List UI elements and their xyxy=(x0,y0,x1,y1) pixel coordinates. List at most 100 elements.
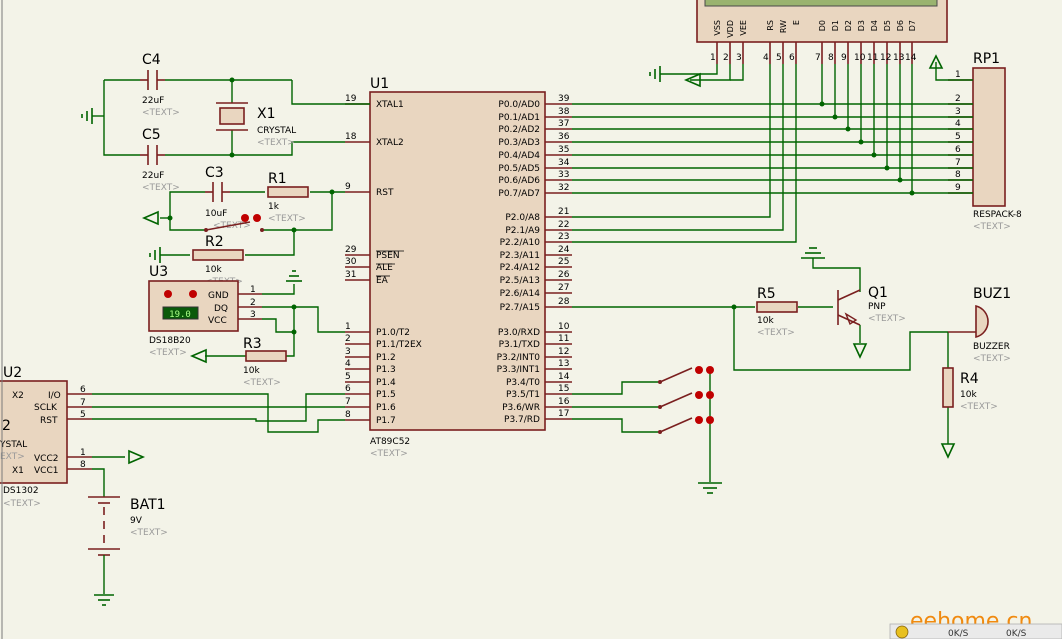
u1-right-pin-name: P2.4/A12 xyxy=(500,263,540,273)
lcd-pin-number: 9 xyxy=(841,53,847,63)
c4-value: 22uF xyxy=(142,96,164,106)
u1-left-pin-number: 6 xyxy=(345,384,351,394)
u2-ref: U2 xyxy=(3,365,22,381)
u1-left-pin-number: 8 xyxy=(345,410,351,420)
c3-ref: C3 xyxy=(205,165,224,181)
c4-capacitor[interactable]: C4 22uF <TEXT> xyxy=(140,52,180,118)
u1-left-pin-name: P1.4 xyxy=(376,378,396,388)
u1-left-pin-name: P1.1/T2EX xyxy=(376,340,422,350)
u1-right-pin-name: P0.7/AD7 xyxy=(498,189,540,199)
u1-right-pin-number: 32 xyxy=(558,183,569,193)
u1-right-pin-name: P0.5/AD5 xyxy=(498,164,540,174)
buz1-value: BUZZER xyxy=(973,342,1010,352)
buz1-buzzer[interactable]: BUZ1 BUZZER <TEXT> xyxy=(948,286,1011,364)
r2-ref: R2 xyxy=(205,234,224,250)
lcd-pin-label: VSS xyxy=(713,20,722,36)
lcd-pin-label: E xyxy=(792,20,801,25)
lcd-pin-label: D0 xyxy=(818,20,827,31)
lcd-pin-label: VEE xyxy=(739,20,748,36)
svg-text:DQ: DQ xyxy=(214,304,228,314)
lcd-module[interactable]: VSS 1 VDD 2 VEE 3 RS 4 RW 5 E 6 D0 7 D1 8 D2 9 D3 10 D4 11 D5 1… xyxy=(696,0,948,64)
u1-right-pin-name: P0.2/AD2 xyxy=(498,125,540,135)
u1-right-pin-number: 38 xyxy=(558,107,570,117)
lcd-pin-label: VDD xyxy=(726,20,735,38)
r4-ref: R4 xyxy=(960,371,979,387)
rp1-pin-number: 7 xyxy=(955,158,961,168)
u1-right-pin-name: P3.1/TXD xyxy=(499,340,540,350)
r1-ref: R1 xyxy=(268,171,287,187)
c4-ref: C4 xyxy=(142,52,161,68)
svg-text:VCC2: VCC2 xyxy=(34,454,58,464)
lcd-pin-label: D4 xyxy=(870,20,879,31)
rp1-pin-number: 4 xyxy=(955,119,961,129)
q1-value: PNP xyxy=(868,302,886,312)
u1-right-pin-number: 28 xyxy=(558,297,570,307)
u1-right-pin-number: 27 xyxy=(558,283,569,293)
bat1-battery[interactable]: BAT1 9V <TEXT> xyxy=(88,496,168,594)
reset-circuit-wires xyxy=(160,189,345,256)
u2-ds1302[interactable]: U2 X2 2 YSTAL EXT> X1 I/O SCLK RST VCC2 … xyxy=(0,365,86,509)
q1-transistor[interactable]: Q1 PNP <TEXT> xyxy=(837,285,906,326)
lcd-ground-symbol xyxy=(649,66,661,82)
u1-right-pin-number: 34 xyxy=(558,158,570,168)
tray-app-icon[interactable] xyxy=(895,625,909,639)
u1-right-pin-name: P0.4/AD4 xyxy=(498,151,540,161)
u1-right-pin-number: 37 xyxy=(558,119,569,129)
u1-left-pin-number: 1 xyxy=(345,322,351,332)
r1-resistor[interactable]: R1 1k <TEXT> xyxy=(267,171,309,224)
u1-right-pin-name: P3.2/INT0 xyxy=(497,353,541,363)
svg-text:X1: X1 xyxy=(12,466,24,476)
r3-ground-arrow xyxy=(189,348,207,364)
u1-left-pin-name: XTAL1 xyxy=(376,100,404,110)
r4-text: <TEXT> xyxy=(960,402,998,412)
x1-crystal[interactable]: X1 CRYSTAL <TEXT> xyxy=(216,102,296,148)
u1-left-pin-name: ALE xyxy=(376,263,393,273)
schematic-canvas: VSS1VDD2VEE3RS4RW5E6D07D18D29D310D411D51… xyxy=(0,0,1062,639)
svg-text:RST: RST xyxy=(40,416,58,426)
u1-left-pin-name: P1.6 xyxy=(376,403,396,413)
r4-resistor[interactable]: R4 10k <TEXT> xyxy=(942,367,998,412)
r2-ground-symbol xyxy=(149,247,161,263)
u1-right-pin-number: 17 xyxy=(558,409,569,419)
u1-left-pin-number: 19 xyxy=(345,94,357,104)
u3-reading: 19.0 xyxy=(169,310,191,320)
u1-right-pin-name: P3.7/RD xyxy=(504,415,540,425)
r5-resistor[interactable]: R5 10k <TEXT> xyxy=(756,286,798,338)
lcd-pin-label: D5 xyxy=(883,20,892,31)
u1-right-pin-name: P2.7/A15 xyxy=(500,303,540,313)
r4-ground-arrow xyxy=(940,443,956,459)
lcd-pin-number: 3 xyxy=(736,53,742,63)
u1-right-pin-number: 26 xyxy=(558,270,570,280)
u1-text: <TEXT> xyxy=(370,449,408,459)
r3-text: <TEXT> xyxy=(243,378,281,388)
u1-right-pin-name: P3.3/INT1 xyxy=(497,365,540,375)
key-switch-2[interactable] xyxy=(658,391,714,409)
u1-right-pin-number: 22 xyxy=(558,220,569,230)
c5-capacitor[interactable]: C5 22uF <TEXT> xyxy=(140,127,180,193)
r3-resistor[interactable]: R3 10k <TEXT> xyxy=(243,336,287,388)
u1-left-pin-number: 31 xyxy=(345,270,356,280)
buz1-text: <TEXT> xyxy=(973,354,1011,364)
r1-value: 1k xyxy=(268,202,280,212)
lcd-pin-number: 1 xyxy=(710,53,716,63)
u1-right-pin-number: 11 xyxy=(558,334,569,344)
u1-left-pin-name: P1.5 xyxy=(376,390,396,400)
u1-left-pin-name: P1.0/T2 xyxy=(376,328,410,338)
key-switch-3[interactable] xyxy=(658,416,714,434)
rp1-pin-number: 2 xyxy=(955,94,961,104)
p0-bus-wires xyxy=(572,62,973,243)
r2-resistor[interactable]: R2 10k <TEXT> xyxy=(192,234,244,287)
u1-right-pin-name: P2.3/A11 xyxy=(500,251,540,261)
u1-right-pin-name: P2.6/A14 xyxy=(500,289,541,299)
u1-microcontroller[interactable]: U1 AT89C52 <TEXT> 19XTAL118XTAL29RST29PS… xyxy=(345,76,572,459)
u1-right-pin-number: 39 xyxy=(558,94,570,104)
u3-ground-symbol xyxy=(286,270,302,282)
c3-value: 10uF xyxy=(205,209,227,219)
rp1-pin-number: 3 xyxy=(955,107,961,117)
key-switch-1[interactable] xyxy=(658,366,714,384)
lcd-pin-number: 4 xyxy=(763,53,769,63)
q1-text: <TEXT> xyxy=(868,314,906,324)
u1-right-pin-name: P3.4/T0 xyxy=(506,378,540,388)
svg-text:YSTAL: YSTAL xyxy=(0,440,27,450)
u3-text: <TEXT> xyxy=(149,348,187,358)
